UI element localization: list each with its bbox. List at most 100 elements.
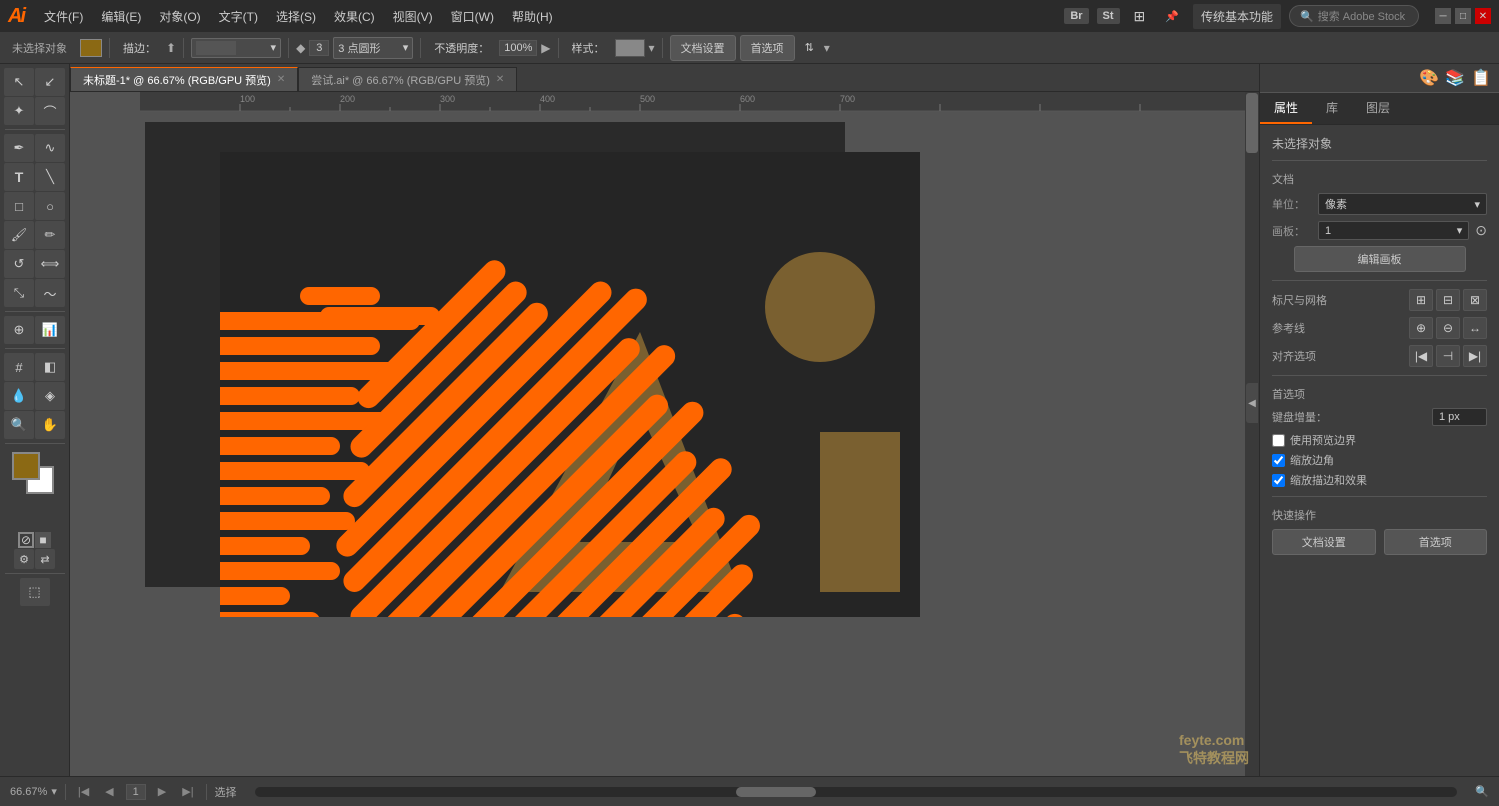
horizontal-scroll-thumb[interactable] xyxy=(736,787,816,797)
ruler-icon[interactable]: ⊞ xyxy=(1409,289,1433,311)
gradient-tool[interactable]: ◧ xyxy=(35,353,65,381)
quick-doc-setup-button[interactable]: 文档设置 xyxy=(1272,529,1376,555)
symbol-tool[interactable]: ⊕ xyxy=(4,316,34,344)
vertical-scrollbar[interactable] xyxy=(1245,92,1259,776)
align-left-icon[interactable]: |◀ xyxy=(1409,345,1433,367)
chevron-down-icon-zoom[interactable]: ▾ xyxy=(51,785,57,798)
mesh-tool[interactable]: # xyxy=(4,353,34,381)
blend-tool[interactable]: ◈ xyxy=(35,382,65,410)
swap-colors[interactable]: ⇄ xyxy=(35,549,55,569)
bridge-button[interactable]: Br xyxy=(1064,8,1088,24)
pencil-tool[interactable]: ✏ xyxy=(35,221,65,249)
unit-dropdown[interactable]: 像素 ▾ xyxy=(1318,193,1487,215)
layout-button[interactable]: ⊞ xyxy=(1128,6,1152,27)
rotate-tool[interactable]: ↺ xyxy=(4,250,34,278)
pen-tool[interactable]: ✒ xyxy=(4,134,34,162)
magic-wand-tool[interactable]: ✦ xyxy=(4,97,34,125)
opacity-right-arrow[interactable]: ▶ xyxy=(541,41,550,55)
search-box[interactable]: 🔍 搜索 Adobe Stock xyxy=(1289,5,1419,27)
tab-layers[interactable]: 图层 xyxy=(1352,93,1404,124)
page-prev-button[interactable]: ◀ xyxy=(101,785,117,798)
panel-library-icon[interactable]: 📚 xyxy=(1445,68,1465,88)
reset-colors[interactable]: ⚙ xyxy=(14,549,34,569)
panel-collapse-button[interactable]: ◀ xyxy=(1246,383,1258,423)
artboard-dropdown[interactable]: 1 ▾ xyxy=(1318,221,1469,240)
eyedropper-tool[interactable]: 💧 xyxy=(4,382,34,410)
panel-appearance-icon[interactable]: 🎨 xyxy=(1419,68,1439,88)
lasso-tool[interactable]: ⌒ xyxy=(35,97,65,125)
page-number[interactable]: 1 xyxy=(126,784,146,800)
tab-library[interactable]: 库 xyxy=(1312,93,1352,124)
tab-try[interactable]: 尝试.ai* @ 66.67% (RGB/GPU 预览) ✕ xyxy=(298,67,517,91)
foreground-color[interactable] xyxy=(12,452,40,480)
vertical-scroll-thumb[interactable] xyxy=(1246,93,1258,153)
guide-custom-icon[interactable]: ↔ xyxy=(1463,317,1487,339)
horizontal-scroll-track[interactable] xyxy=(255,787,1458,797)
stroke-style-dropdown[interactable]: ▾ xyxy=(191,38,281,58)
reflect-tool[interactable]: ⟺ xyxy=(35,250,65,278)
align-center-icon[interactable]: ⊣ xyxy=(1436,345,1460,367)
guide-h-icon[interactable]: ⊖ xyxy=(1436,317,1460,339)
brush-type-dropdown[interactable]: 3 点圆形 ▾ xyxy=(333,37,413,59)
style-swatch[interactable] xyxy=(615,39,645,57)
opacity-input[interactable]: 100% xyxy=(499,40,537,56)
pin-icon[interactable]: 📌 xyxy=(1159,8,1185,25)
workspace-label[interactable]: 传统基本功能 xyxy=(1193,4,1281,29)
scale-tool[interactable]: ⤡ xyxy=(4,279,34,307)
preferences-button[interactable]: 首选项 xyxy=(740,35,795,61)
menu-view[interactable]: 视图(V) xyxy=(385,4,441,29)
scale-corners-checkbox[interactable] xyxy=(1272,454,1285,467)
none-indicator[interactable]: ⊘ xyxy=(18,532,34,548)
menu-select[interactable]: 选择(S) xyxy=(268,4,324,29)
grid-dot-icon[interactable]: ⊠ xyxy=(1463,289,1487,311)
direct-select-tool[interactable]: ↙ xyxy=(35,68,65,96)
tab-properties[interactable]: 属性 xyxy=(1260,93,1312,124)
curvature-tool[interactable]: ∿ xyxy=(35,134,65,162)
hand-tool[interactable]: ✋ xyxy=(35,411,65,439)
close-button[interactable]: ✕ xyxy=(1475,8,1491,24)
use-preview-bounds-checkbox[interactable] xyxy=(1272,434,1285,447)
stroke-width-input[interactable]: 3 xyxy=(309,40,329,56)
arrange-icon[interactable]: ⇅ xyxy=(799,39,820,56)
quick-prefs-button[interactable]: 首选项 xyxy=(1384,529,1488,555)
guide-cross-icon[interactable]: ⊕ xyxy=(1409,317,1433,339)
graph-tool[interactable]: 📊 xyxy=(35,316,65,344)
fill-color-swatch[interactable] xyxy=(80,39,102,57)
color-mode-btn[interactable]: ■ xyxy=(35,532,51,548)
edit-artboard-button[interactable]: 编辑画板 xyxy=(1294,246,1466,272)
tab-close-try[interactable]: ✕ xyxy=(496,74,504,85)
grid-icon[interactable]: ⊟ xyxy=(1436,289,1460,311)
doc-setup-button[interactable]: 文档设置 xyxy=(670,35,736,61)
stock-button[interactable]: St xyxy=(1097,8,1120,24)
text-tool[interactable]: T xyxy=(4,163,34,191)
tab-untitled[interactable]: 未标题-1* @ 66.67% (RGB/GPU 预览) ✕ xyxy=(70,67,298,91)
menu-effect[interactable]: 效果(C) xyxy=(326,4,383,29)
menu-file[interactable]: 文件(F) xyxy=(36,4,91,29)
panel-layers-icon[interactable]: 📋 xyxy=(1471,68,1491,88)
artboard-tool[interactable]: ⬚ xyxy=(20,578,50,606)
stroke-up-icon[interactable]: ⬆ xyxy=(166,41,176,55)
minimize-button[interactable]: ─ xyxy=(1435,8,1451,24)
page-last-button[interactable]: ▶| xyxy=(178,785,197,798)
page-first-button[interactable]: |◀ xyxy=(74,785,93,798)
ellipse-tool[interactable]: ○ xyxy=(35,192,65,220)
menu-edit[interactable]: 编辑(E) xyxy=(93,4,149,29)
menu-object[interactable]: 对象(O) xyxy=(151,4,208,29)
page-next-button[interactable]: ▶ xyxy=(154,785,170,798)
menu-help[interactable]: 帮助(H) xyxy=(504,4,561,29)
toggle-icon[interactable]: ⊙ xyxy=(1475,222,1487,239)
line-tool[interactable]: ╲ xyxy=(35,163,65,191)
zoom-out-icon[interactable]: 🔍 xyxy=(1475,785,1489,798)
rect-tool[interactable]: □ xyxy=(4,192,34,220)
restore-button[interactable]: □ xyxy=(1455,8,1471,24)
menu-text[interactable]: 文字(T) xyxy=(211,4,266,29)
menu-window[interactable]: 窗口(W) xyxy=(443,4,502,29)
paint-brush-tool[interactable]: 🖌 xyxy=(4,221,34,249)
zoom-tool[interactable]: 🔍 xyxy=(4,411,34,439)
select-tool[interactable]: ↖ xyxy=(4,68,34,96)
tab-close-untitled[interactable]: ✕ xyxy=(277,74,285,85)
keyboard-increment-input[interactable] xyxy=(1432,408,1487,426)
warp-tool[interactable]: 〜 xyxy=(35,279,65,307)
scale-strokes-checkbox[interactable] xyxy=(1272,474,1285,487)
align-right-icon[interactable]: ▶| xyxy=(1463,345,1487,367)
